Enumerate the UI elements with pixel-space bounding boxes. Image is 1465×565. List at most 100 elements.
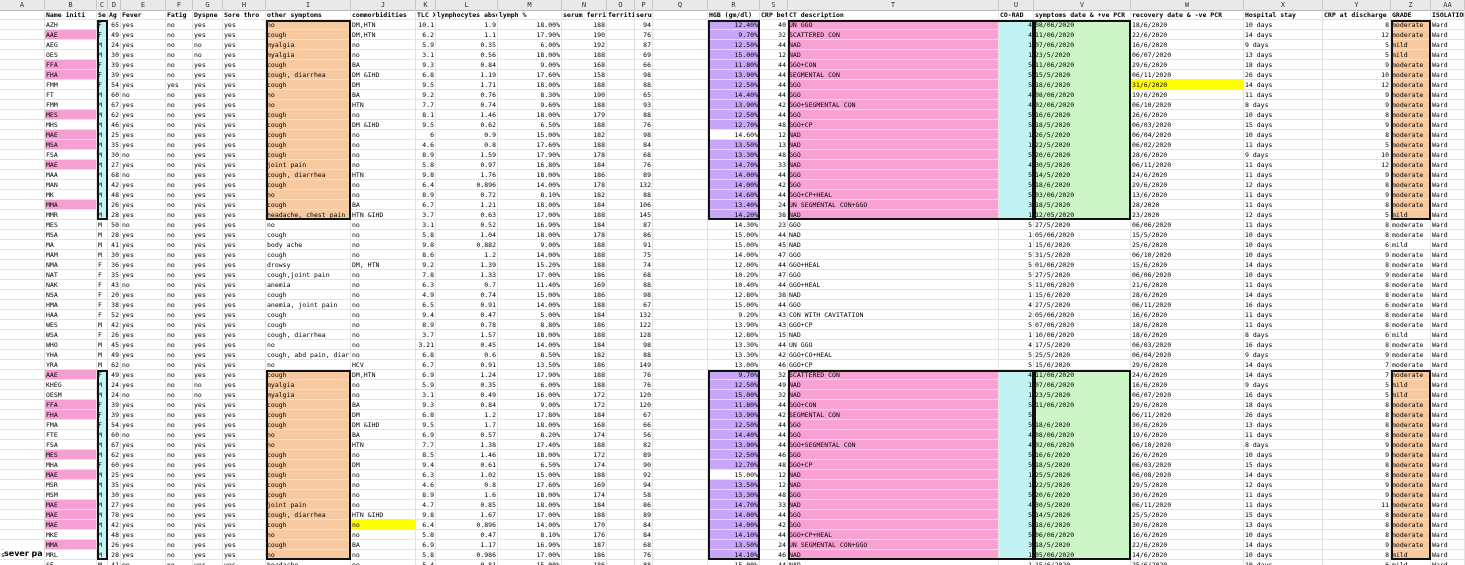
cell[interactable]: 12.50%	[708, 450, 760, 460]
cell[interactable]: 9.00%	[498, 60, 562, 70]
cell[interactable]	[653, 320, 708, 330]
cell[interactable]: 1.67	[436, 510, 498, 520]
cell[interactable]: no	[266, 530, 351, 540]
cell[interactable]: 6	[1323, 240, 1391, 250]
cell[interactable]: yes	[121, 180, 166, 190]
column-letter-u[interactable]: U	[999, 0, 1034, 10]
cell[interactable]: SEGMENTAL CON	[788, 70, 999, 80]
cell[interactable]: 89	[635, 170, 653, 180]
column-letter-h[interactable]: H	[223, 0, 266, 10]
cell[interactable]: yes	[121, 60, 166, 70]
column-header[interactable]: Fatig	[166, 10, 193, 20]
cell[interactable]: 6.00%	[498, 40, 562, 50]
cell[interactable]: moderate	[1391, 510, 1431, 520]
cell[interactable]: 16.80%	[498, 160, 562, 170]
cell[interactable]: no	[121, 390, 166, 400]
cell[interactable]: yes	[223, 260, 266, 270]
cell[interactable]	[607, 390, 635, 400]
cell[interactable]: 32	[760, 370, 788, 380]
cell[interactable]: 46	[108, 120, 121, 130]
cell[interactable]: 5	[999, 360, 1034, 370]
cell[interactable]: 10	[1323, 70, 1391, 80]
cell[interactable]: 8 days	[1244, 330, 1323, 340]
cell[interactable]: yes	[121, 240, 166, 250]
cell[interactable]: 42	[760, 180, 788, 190]
cell[interactable]: 1	[999, 210, 1034, 220]
cell[interactable]: no	[166, 410, 193, 420]
cell[interactable]	[0, 370, 45, 380]
cell[interactable]: yes	[223, 220, 266, 230]
cell[interactable]: 10/06/2020	[1034, 330, 1131, 340]
cell[interactable]: 06/07/2020	[1131, 50, 1244, 60]
cell[interactable]	[653, 540, 708, 550]
cell[interactable]: no	[351, 390, 416, 400]
cell[interactable]: 10 days	[1244, 250, 1323, 260]
cell[interactable]: yes	[223, 440, 266, 450]
cell[interactable]: yes	[223, 120, 266, 130]
cell[interactable]	[607, 340, 635, 350]
table-row[interactable]: MKE M 48 yes no yes yes no no 5.8 0.47 8.10% 176 84 14…	[0, 530, 1465, 540]
cell[interactable]: 1	[999, 560, 1034, 565]
cell[interactable]: 17.40%	[498, 440, 562, 450]
cell[interactable]	[0, 140, 45, 150]
cell[interactable]: MAE	[45, 520, 97, 530]
cell[interactable]	[0, 440, 45, 450]
cell[interactable]	[653, 360, 708, 370]
cell[interactable]: Ward	[1431, 510, 1465, 520]
cell[interactable]: 10 days	[1244, 230, 1323, 240]
cell[interactable]: AAE	[45, 370, 97, 380]
cell[interactable]: 0.84	[436, 60, 498, 70]
cell[interactable]: 44	[760, 340, 788, 350]
cell[interactable]: yes	[193, 410, 223, 420]
cell[interactable]: 0.45	[436, 340, 498, 350]
cell[interactable]: yes	[223, 210, 266, 220]
cell[interactable]: 06/11/2020	[1131, 500, 1244, 510]
cell[interactable]: 9	[1323, 540, 1391, 550]
cell[interactable]: 15.00%	[498, 560, 562, 565]
cell[interactable]: 15/5/2020	[1131, 230, 1244, 240]
cell[interactable]: 8	[1323, 470, 1391, 480]
cell[interactable]: 11.80%	[708, 60, 760, 70]
column-header[interactable]	[653, 10, 708, 20]
cell[interactable]: yes	[223, 520, 266, 530]
cell[interactable]	[653, 460, 708, 470]
cell[interactable]: 7.7	[416, 100, 436, 110]
cell[interactable]: Ward	[1431, 160, 1465, 170]
cell[interactable]: BA	[351, 60, 416, 70]
cell[interactable]: NAD	[788, 390, 999, 400]
cell[interactable]: moderate	[1391, 300, 1431, 310]
cell[interactable]: 06/04/2020	[1131, 350, 1244, 360]
cell[interactable]: 5	[999, 400, 1034, 410]
cell[interactable]: 10 days	[1244, 560, 1323, 565]
cell[interactable]: 14.00%	[498, 250, 562, 260]
cell[interactable]: 5	[999, 110, 1034, 120]
cell[interactable]: anemia, joint pain	[266, 300, 351, 310]
cell[interactable]: yes	[193, 340, 223, 350]
cell[interactable]: 44	[760, 90, 788, 100]
cell[interactable]: no	[351, 320, 416, 330]
cell[interactable]	[653, 560, 708, 565]
cell[interactable]: 88	[635, 110, 653, 120]
cell[interactable]: no	[351, 160, 416, 170]
cell[interactable]	[0, 390, 45, 400]
cell[interactable]	[607, 200, 635, 210]
cell[interactable]: 11 days	[1244, 430, 1323, 440]
table-row[interactable]: MSM M 30 yes no yes yes cough no 8.9 1.6 18.00% 174 5…	[0, 490, 1465, 500]
cell[interactable]: moderate	[1391, 500, 1431, 510]
cell[interactable]: no	[351, 40, 416, 50]
cell[interactable]: 48	[108, 190, 121, 200]
cell[interactable]: yes	[193, 450, 223, 460]
cell[interactable]: AZH	[45, 20, 97, 30]
cell[interactable]: Ward	[1431, 140, 1465, 150]
cell[interactable]: 10 days	[1244, 550, 1323, 560]
cell[interactable]: 28	[108, 230, 121, 240]
cell[interactable]: yes	[193, 360, 223, 370]
cell[interactable]: myalgia	[266, 380, 351, 390]
cell[interactable]: 50	[108, 220, 121, 230]
cell[interactable]	[607, 190, 635, 200]
cell[interactable]	[653, 220, 708, 230]
cell[interactable]: 184	[562, 200, 607, 210]
cell[interactable]: no	[166, 180, 193, 190]
cell[interactable]: 6.3	[416, 280, 436, 290]
cell[interactable]: yes	[193, 30, 223, 40]
